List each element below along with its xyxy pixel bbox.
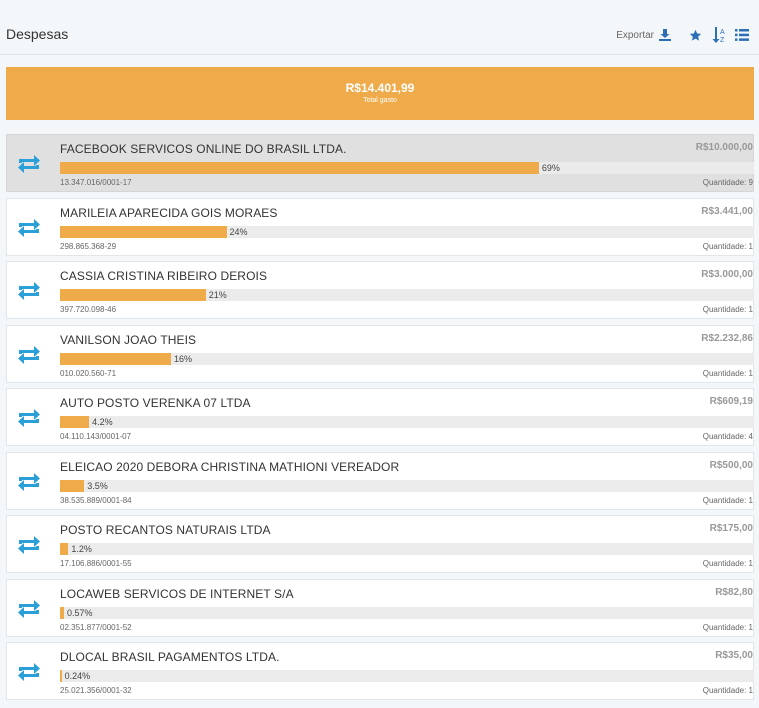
page-title: Despesas [6,26,69,42]
total-label: Total gasto [363,97,397,104]
supplier-name: AUTO POSTO VERENKA 07 LTDA [60,396,251,410]
supplier-name: DLOCAL BRASIL PAGAMENTOS LTDA. [60,650,280,664]
expense-amount: R$35,00 [715,650,753,661]
percent-label: 1.2% [71,544,92,554]
expense-row[interactable]: LOCAWEB SERVICOS DE INTERNET S/A R$82,80… [6,578,754,637]
supplier-name: VANILSON JOAO THEIS [60,332,197,347]
expense-row[interactable]: POSTO RECANTOS NATURAIS LTDA R$175,00 1.… [6,515,754,573]
quantity-label: Quantidade: 4 [702,432,753,441]
expense-row[interactable]: CASSIA CRISTINA RIBEIRO DEROIS R$3.000,0… [6,261,754,319]
expense-amount: R$175,00 [709,523,753,534]
expense-amount: R$609,19 [709,396,753,407]
expense-row[interactable]: ELEICAO 2020 DEBORA CHRISTINA MATHIONI V… [6,451,754,510]
svg-text:Z: Z [720,37,725,43]
document-number: 02.351.877/0001-52 [60,622,132,632]
expense-row[interactable]: DLOCAL BRASIL PAGAMENTOS LTDA. R$35,00 0… [6,642,754,700]
download-icon[interactable] [659,29,671,41]
supplier-name: POSTO RECANTOS NATURAIS LTDA [60,523,271,537]
quantity-label: Quantidade: 9 [702,178,753,187]
percent-label: 16% [174,353,193,364]
percent-bar-fill [60,543,69,555]
percent-bar: 24% [60,225,754,238]
quantity-label: Quantidade: 1 [702,495,753,505]
quantity-label: Quantidade: 1 [702,622,753,632]
quantity-label: Quantidade: 1 [702,241,753,251]
document-number: 397.720.098-46 [60,305,117,314]
transfer-icon [15,280,43,302]
expense-amount: R$82,80 [715,586,753,598]
expense-row[interactable]: AUTO POSTO VERENKA 07 LTDA R$609,19 4.2%… [6,388,754,446]
percent-bar-fill [60,289,206,301]
page-header: Despesas Exportar AZ [0,0,759,55]
percent-bar: 4.2% [60,416,754,428]
percent-bar-fill [60,352,172,365]
percent-bar: 3.5% [60,479,754,492]
svg-text:A: A [720,29,725,36]
expense-row[interactable]: MARILEIA APARECIDA GOIS MORAES R$3.441,0… [6,197,754,256]
percent-bar: 0.57% [60,606,754,619]
transfer-icon [15,471,43,493]
document-number: 25.021.356/0001-32 [60,686,132,695]
percent-bar: 21% [60,289,754,301]
star-icon[interactable] [689,29,702,42]
document-number: 298.865.368-29 [60,241,117,251]
percent-bar-fill [60,162,539,174]
expense-amount: R$3.441,00 [701,205,753,217]
supplier-name: MARILEIA APARECIDA GOIS MORAES [60,205,278,220]
percent-bar-fill [60,225,227,238]
export-link[interactable]: Exportar [616,30,654,41]
percent-label: 24% [229,226,248,237]
transfer-icon [15,598,43,620]
quantity-label: Quantidade: 1 [702,686,753,695]
expense-amount: R$3.000,00 [701,269,753,280]
supplier-name: ELEICAO 2020 DEBORA CHRISTINA MATHIONI V… [60,459,400,474]
expense-amount: R$500,00 [709,459,753,471]
supplier-name: FACEBOOK SERVICOS ONLINE DO BRASIL LTDA. [60,142,347,156]
transfer-icon [15,534,43,556]
percent-label: 0.24% [64,671,91,681]
expense-row[interactable]: FACEBOOK SERVICOS ONLINE DO BRASIL LTDA.… [6,134,754,192]
total-summary: R$14.401,99 Total gasto [6,67,754,120]
percent-label: 21% [208,290,227,300]
document-number: 17.106.886/0001-55 [60,559,132,568]
percent-bar: 1.2% [60,543,754,555]
percent-label: 3.5% [87,480,108,491]
sort-alpha-icon[interactable]: AZ [712,27,726,43]
percent-bar-fill [60,479,85,492]
transfer-icon [15,217,43,239]
transfer-icon [15,407,43,429]
expense-amount: R$10.000,00 [695,142,753,153]
list-icon[interactable] [735,29,749,41]
transfer-icon [15,661,43,683]
percent-label: 0.57% [66,607,93,618]
supplier-name: CASSIA CRISTINA RIBEIRO DEROIS [60,269,268,283]
percent-label: 69% [541,163,560,173]
expense-amount: R$2.232,86 [701,332,753,344]
quantity-label: Quantidade: 1 [702,305,753,314]
transfer-icon [15,344,43,366]
supplier-name: LOCAWEB SERVICOS DE INTERNET S/A [60,586,294,601]
expense-row[interactable]: VANILSON JOAO THEIS R$2.232,86 16% 010.0… [6,324,754,383]
percent-bar-fill [60,416,90,428]
document-number: 04.110.143/0001-07 [60,432,132,441]
percent-bar: 0.24% [60,670,754,682]
percent-bar: 16% [60,352,754,365]
document-number: 38.535.889/0001-84 [60,495,132,505]
toolbar: Exportar AZ [616,26,749,44]
document-number: 010.020.560-71 [60,368,117,378]
total-value: R$14.401,99 [345,81,415,95]
quantity-label: Quantidade: 1 [702,559,753,568]
document-number: 13.347.016/0001-17 [60,178,132,187]
percent-label: 4.2% [92,417,113,427]
percent-bar: 69% [60,162,754,174]
quantity-label: Quantidade: 1 [702,368,753,378]
transfer-icon [15,153,43,175]
